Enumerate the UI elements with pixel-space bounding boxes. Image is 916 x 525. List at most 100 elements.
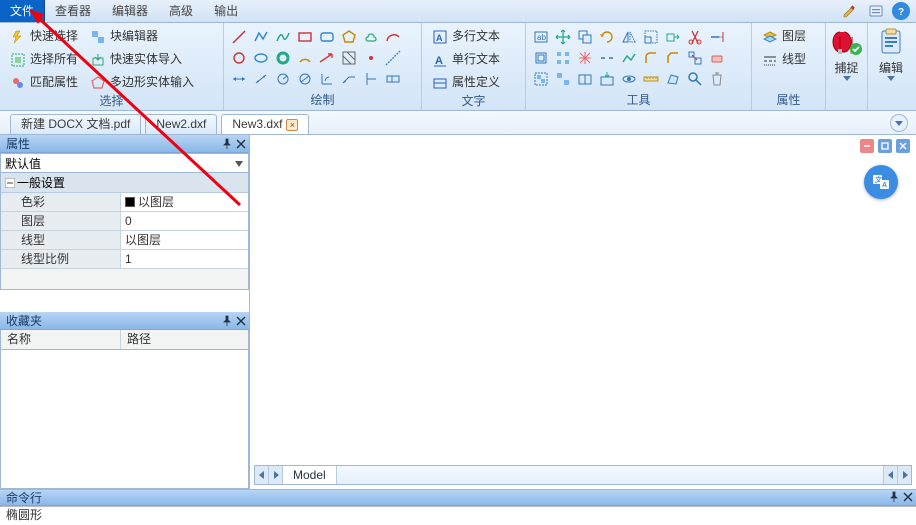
arc-tool-icon[interactable]	[382, 26, 404, 47]
line-tool-icon[interactable]	[228, 26, 250, 47]
trim-icon[interactable]	[684, 26, 706, 47]
block-editor-button[interactable]: 块编辑器	[86, 26, 198, 47]
arrow-tool-icon[interactable]	[316, 47, 338, 68]
canvas-close-icon[interactable]	[896, 139, 910, 153]
polyline-tool-icon[interactable]	[250, 26, 272, 47]
layer-button[interactable]: 图层	[758, 26, 810, 47]
chamfer-icon[interactable]	[662, 47, 684, 68]
quick-import-button[interactable]: 快速实体导入	[86, 49, 198, 70]
scroll-left2-icon[interactable]	[883, 466, 897, 484]
donut-tool-icon[interactable]	[272, 47, 294, 68]
prop-row-layer[interactable]: 图层 0	[1, 212, 248, 231]
group-icon[interactable]	[530, 68, 552, 89]
edit-text-icon[interactable]: ab	[530, 26, 552, 47]
copy-icon[interactable]	[574, 26, 596, 47]
break-icon[interactable]	[596, 47, 618, 68]
dim-radius-icon[interactable]	[272, 68, 294, 89]
label: 多行文本	[452, 27, 500, 46]
dim-aligned-icon[interactable]	[250, 68, 272, 89]
block-make-icon[interactable]	[574, 68, 596, 89]
favorites-list[interactable]	[0, 350, 249, 489]
drawing-canvas[interactable]: 文 A Model	[250, 135, 916, 489]
doc-tab-1[interactable]: New2.dxf	[145, 114, 217, 134]
translate-button[interactable]: 文 A	[864, 165, 898, 199]
settings-icon[interactable]	[866, 2, 886, 20]
menu-viewer[interactable]: 查看器	[45, 0, 102, 22]
rect-tool-icon[interactable]	[294, 26, 316, 47]
snap-button[interactable]: 捕捉	[832, 27, 862, 81]
move-icon[interactable]	[552, 26, 574, 47]
circle-tool-icon[interactable]	[228, 47, 250, 68]
match-properties-button[interactable]: 匹配属性	[6, 72, 82, 93]
prop-row-color[interactable]: 色彩 以图层	[1, 193, 248, 212]
prop-row-linescale[interactable]: 线型比例 1	[1, 250, 248, 269]
mtext-icon: A	[432, 29, 448, 45]
area-icon[interactable]	[662, 68, 684, 89]
menu-file[interactable]: 文件	[0, 0, 45, 22]
arc2-tool-icon[interactable]	[294, 47, 316, 68]
extend-icon[interactable]	[706, 26, 728, 47]
scroll-right-icon[interactable]	[269, 466, 283, 484]
quick-select-button[interactable]: 快速选择	[6, 26, 82, 47]
stext-button[interactable]: A 单行文本	[428, 49, 504, 70]
menu-advanced[interactable]: 高级	[159, 0, 204, 22]
polygon-input-button[interactable]: 多边形实体输入	[86, 72, 198, 93]
select-all-button[interactable]: 选择所有	[6, 49, 82, 70]
scale-icon[interactable]	[640, 26, 662, 47]
doc-tab-2[interactable]: New3.dxf ×	[221, 114, 309, 134]
block-insert-icon[interactable]	[596, 68, 618, 89]
leader-icon[interactable]	[338, 68, 360, 89]
close-icon[interactable]	[902, 491, 914, 507]
dim-diameter-icon[interactable]	[294, 68, 316, 89]
prop-row-linetype[interactable]: 线型 以图层	[1, 231, 248, 250]
scroll-right2-icon[interactable]	[897, 466, 911, 484]
cloud-tool-icon[interactable]	[360, 26, 382, 47]
edit-button[interactable]: 编辑	[874, 27, 908, 81]
edit-icon[interactable]	[840, 2, 860, 20]
point-tool-icon[interactable]	[360, 47, 382, 68]
rrect-tool-icon[interactable]	[316, 26, 338, 47]
rotate-icon[interactable]	[596, 26, 618, 47]
dim-angular-icon[interactable]	[316, 68, 338, 89]
tolerance-icon[interactable]	[382, 68, 404, 89]
tabs-dropdown-icon[interactable]	[890, 114, 908, 132]
menu-output[interactable]: 输出	[204, 0, 249, 22]
canvas-max-icon[interactable]	[878, 139, 892, 153]
help-icon[interactable]: ?	[892, 2, 910, 20]
query-icon[interactable]	[684, 68, 706, 89]
explode-icon[interactable]	[574, 47, 596, 68]
pushpin-icon[interactable]	[221, 314, 233, 332]
scroll-left-icon[interactable]	[255, 466, 269, 484]
attr-def-button[interactable]: 属性定义	[428, 72, 504, 93]
section-general[interactable]: 一般设置	[1, 173, 248, 193]
doc-tab-0[interactable]: 新建 DOCX 文档.pdf	[10, 114, 141, 134]
pushpin-icon[interactable]	[888, 491, 900, 507]
canvas-min-icon[interactable]	[860, 139, 874, 153]
align-icon[interactable]	[684, 47, 706, 68]
model-tab[interactable]: Model	[283, 466, 337, 484]
array-icon[interactable]	[552, 47, 574, 68]
measure-icon[interactable]	[640, 68, 662, 89]
polygon-tool-icon[interactable]	[338, 26, 360, 47]
menu-editor[interactable]: 编辑器	[102, 0, 159, 22]
ungroup-icon[interactable]	[552, 68, 574, 89]
layer-on-icon[interactable]	[618, 68, 640, 89]
close-icon[interactable]: ×	[286, 119, 298, 131]
linetype-button[interactable]: 线型	[758, 49, 810, 70]
spline-tool-icon[interactable]	[272, 26, 294, 47]
join-icon[interactable]	[618, 47, 640, 68]
xline-tool-icon[interactable]	[382, 47, 404, 68]
stretch-icon[interactable]	[662, 26, 684, 47]
dim-ord-icon[interactable]	[360, 68, 382, 89]
ellipse-tool-icon[interactable]	[250, 47, 272, 68]
dim-linear-icon[interactable]	[228, 68, 250, 89]
erase-icon[interactable]	[706, 47, 728, 68]
mtext-button[interactable]: A 多行文本	[428, 26, 504, 47]
close-icon[interactable]	[235, 314, 247, 332]
hatch-tool-icon[interactable]	[338, 47, 360, 68]
fillet-icon[interactable]	[640, 47, 662, 68]
purge-icon[interactable]	[706, 68, 728, 89]
default-value-combo[interactable]: 默认值	[0, 153, 249, 173]
mirror-icon[interactable]	[618, 26, 640, 47]
offset-icon[interactable]	[530, 47, 552, 68]
